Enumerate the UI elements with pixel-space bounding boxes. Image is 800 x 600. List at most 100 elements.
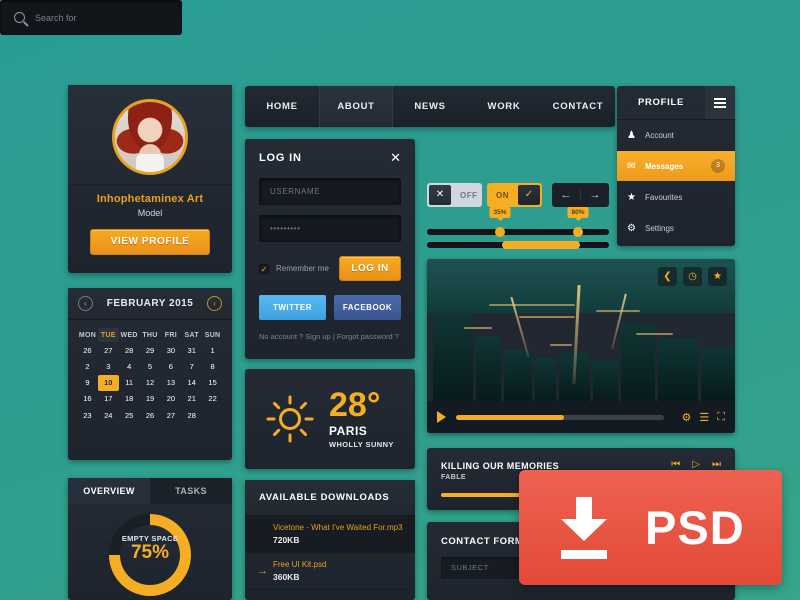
tab-overview[interactable]: OVERVIEW (68, 478, 150, 504)
sidebar-item-account[interactable]: ♟ Account (617, 120, 735, 151)
calendar-day[interactable]: 19 (140, 391, 161, 407)
calendar-day[interactable]: 4 (119, 358, 140, 374)
calendar-day[interactable]: 13 (160, 375, 181, 391)
calendar-day[interactable]: 27 (160, 407, 181, 423)
calendar-day[interactable]: 31 (181, 342, 202, 358)
tab-tasks[interactable]: TASKS (150, 478, 232, 504)
toggle-on[interactable]: ON ✓ (487, 183, 542, 207)
profile-card: Inhophetaminex Art Model VIEW PROFILE (68, 85, 232, 273)
video-progress-bar[interactable] (456, 414, 664, 420)
list-item[interactable]: Vicetone - What I've Waited For.mp3 720K… (245, 516, 415, 553)
nav-item-contact[interactable]: CONTACT (541, 86, 615, 127)
calendar-day[interactable]: 12 (140, 375, 161, 391)
calendar-day[interactable]: 6 (160, 358, 181, 374)
calendar-day[interactable]: 28 (119, 342, 140, 358)
login-submit-button[interactable]: LOG IN (339, 256, 401, 281)
calendar-dow: MON (78, 331, 97, 339)
facebook-button[interactable]: FACEBOOK (334, 295, 401, 320)
fullscreen-icon[interactable]: ⛶ (717, 411, 725, 424)
nav-item-news[interactable]: NEWS (393, 86, 467, 127)
user-icon: ♟ (627, 129, 636, 141)
remember-me-checkbox[interactable]: ✓ (259, 263, 269, 274)
calendar-day[interactable]: 26 (140, 407, 161, 423)
view-profile-button[interactable]: VIEW PROFILE (90, 229, 210, 255)
sidebar-item-label: Account (645, 130, 674, 140)
next-track-icon[interactable]: ⏭ (712, 459, 721, 470)
calendar-day[interactable]: 2 (77, 358, 98, 374)
slider-range-fill[interactable] (502, 241, 580, 249)
calendar-day[interactable]: 27 (98, 342, 119, 358)
calendar-day[interactable]: 18 (119, 391, 140, 407)
range-slider-dual[interactable]: 35% 80% (427, 207, 609, 237)
slider-knob-b[interactable]: 80% (567, 207, 589, 237)
calendar-day[interactable]: 23 (77, 407, 98, 423)
slider-knob-a[interactable]: 35% (489, 207, 511, 237)
hamburger-icon[interactable] (705, 86, 735, 119)
equalizer-icon[interactable]: ☰ (699, 411, 709, 424)
calendar-day[interactable] (202, 407, 223, 423)
video-thumbnail[interactable]: ❮ ◷ ★ (427, 259, 735, 401)
overview-tabs: OVERVIEW TASKS (68, 478, 232, 504)
search-input[interactable]: Search for (35, 13, 77, 23)
arrow-right-icon[interactable]: → (581, 189, 609, 201)
donut-value: 75% (130, 542, 170, 563)
download-name: Free UI Kit.psd (273, 560, 327, 569)
gear-icon[interactable]: ⚙ (682, 411, 692, 424)
weather-city: PARIS (329, 424, 368, 438)
sidebar-item-settings[interactable]: ⚙ Settings (617, 213, 735, 244)
signup-link[interactable]: No account ? Sign up (259, 332, 331, 341)
calendar-day[interactable]: 24 (98, 407, 119, 423)
calendar-day[interactable]: 26 (77, 342, 98, 358)
sidebar-item-messages[interactable]: ✉ Messages 3 (617, 151, 735, 182)
sidebar-item-favourites[interactable]: ★ Favourites (617, 182, 735, 213)
password-input[interactable]: ••••••••• (259, 215, 401, 242)
calendar-day[interactable]: 22 (202, 391, 223, 407)
calendar-day-selected[interactable]: 10 (97, 374, 119, 391)
arrow-left-icon[interactable]: ← (552, 189, 581, 201)
calendar-day[interactable]: 28 (181, 407, 202, 423)
nav-item-home[interactable]: HOME (245, 86, 319, 127)
arrow-right-icon: → (257, 565, 268, 577)
calendar-week: 2 3 4 5 6 7 8 (77, 358, 223, 374)
range-slider-bar[interactable] (427, 241, 609, 249)
twitter-button[interactable]: TWITTER (259, 295, 326, 320)
nav-item-about[interactable]: ABOUT (319, 86, 393, 127)
calendar-day[interactable]: 7 (181, 358, 202, 374)
share-icon[interactable]: ❮ (658, 267, 677, 286)
calendar-day[interactable]: 1 (202, 342, 223, 358)
clock-icon[interactable]: ◷ (683, 267, 702, 286)
prev-track-icon[interactable]: ⏮ (671, 459, 680, 470)
calendar-day[interactable]: 3 (98, 358, 119, 374)
login-footer: No account ? Sign up | Forgot password ? (259, 332, 401, 341)
chevron-right-icon[interactable]: › (207, 296, 222, 311)
play-icon[interactable] (437, 411, 446, 423)
calendar-day[interactable]: 15 (202, 375, 223, 391)
calendar-day[interactable]: 20 (160, 391, 181, 407)
play-icon[interactable]: ▷ (692, 459, 700, 470)
calendar-day[interactable]: 14 (181, 375, 202, 391)
calendar-day[interactable]: 8 (202, 358, 223, 374)
calendar-day[interactable]: 21 (181, 391, 202, 407)
close-icon[interactable]: ✕ (390, 151, 401, 164)
forgot-password-link[interactable]: Forgot password ? (337, 332, 399, 341)
username-input[interactable]: USERNAME (259, 178, 401, 205)
calendar-dow: SAT (184, 331, 199, 339)
chevron-left-icon[interactable]: ‹ (78, 296, 93, 311)
search-bar[interactable]: Search for (0, 0, 182, 35)
footer-separator: | (332, 332, 335, 341)
calendar-day[interactable]: 29 (140, 342, 161, 358)
toggle-off[interactable]: ✕ OFF (427, 183, 482, 207)
calendar-day[interactable]: 30 (160, 342, 181, 358)
calendar-day[interactable]: 11 (119, 375, 140, 391)
calendar-week: 26 27 28 29 30 31 1 (77, 342, 223, 358)
calendar-day[interactable]: 25 (119, 407, 140, 423)
list-item[interactable]: → Free UI Kit.psd 360KB (245, 553, 415, 590)
star-icon[interactable]: ★ (708, 267, 727, 286)
calendar-day[interactable]: 5 (140, 358, 161, 374)
psd-download-badge[interactable]: PSD (519, 470, 782, 585)
calendar-day[interactable]: 17 (98, 391, 119, 407)
login-options-row: ✓ Remember me LOG IN (259, 256, 401, 281)
calendar-day[interactable]: 9 (77, 375, 98, 391)
calendar-day[interactable]: 16 (77, 391, 98, 407)
nav-item-work[interactable]: WORK (467, 86, 541, 127)
